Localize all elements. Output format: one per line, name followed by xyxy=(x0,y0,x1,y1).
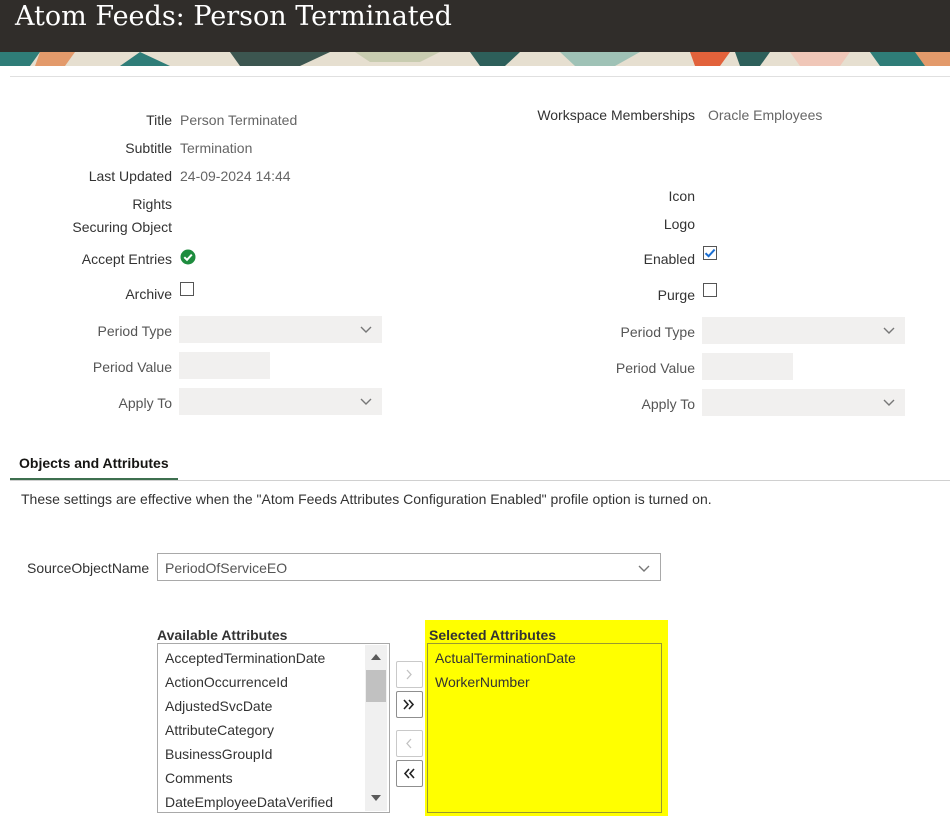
title-value: Person Terminated xyxy=(180,112,298,128)
list-item[interactable]: AcceptedTerminationDate xyxy=(165,650,325,666)
period-value-input[interactable] xyxy=(179,352,270,379)
period-value-label: Period Value xyxy=(615,360,695,376)
chevron-down-icon xyxy=(360,326,372,333)
page-title: Atom Feeds: Person Terminated xyxy=(15,1,452,32)
page-header: Atom Feeds: Person Terminated xyxy=(0,0,950,52)
header-banner-image xyxy=(0,52,950,66)
double-chevron-left-icon xyxy=(403,768,415,779)
chevron-down-icon xyxy=(638,565,650,572)
remove-button[interactable] xyxy=(396,730,423,757)
success-check-icon xyxy=(180,249,196,265)
subtitle-value: Termination xyxy=(180,140,253,156)
apply-to-select[interactable] xyxy=(702,389,905,416)
list-item[interactable]: ActualTerminationDate xyxy=(435,650,576,666)
list-item[interactable]: AdjustedSvcDate xyxy=(165,698,272,714)
selected-attributes-list[interactable]: ActualTerminationDate WorkerNumber xyxy=(427,643,662,813)
list-item[interactable]: WorkerNumber xyxy=(435,674,530,690)
archive-label: Archive xyxy=(125,286,172,302)
source-object-label: SourceObjectName xyxy=(27,560,150,576)
accept-entries-label: Accept Entries xyxy=(81,251,172,267)
title-label: Title xyxy=(146,112,172,128)
source-object-value: PeriodOfServiceEO xyxy=(165,560,288,576)
remove-all-button[interactable] xyxy=(396,760,423,787)
double-chevron-right-icon xyxy=(403,699,415,710)
chevron-left-icon xyxy=(406,738,412,749)
subtitle-label: Subtitle xyxy=(125,140,172,156)
source-object-select[interactable]: PeriodOfServiceEO xyxy=(157,553,661,581)
securing-object-label: Securing Object xyxy=(72,219,172,235)
purge-checkbox[interactable] xyxy=(703,283,717,297)
checkmark-icon xyxy=(704,248,716,258)
last-updated-label: Last Updated xyxy=(88,168,172,184)
list-item[interactable]: Comments xyxy=(165,770,233,786)
tab-objects-and-attributes[interactable]: Objects and Attributes xyxy=(10,449,178,481)
selected-attributes-heading: Selected Attributes xyxy=(429,627,557,643)
workspace-memberships-value: Oracle Employees xyxy=(708,107,823,123)
list-item[interactable]: ActionOccurrenceId xyxy=(165,674,288,690)
period-type-label: Period Type xyxy=(97,323,172,339)
chevron-right-icon xyxy=(406,669,412,680)
apply-to-select[interactable] xyxy=(179,388,382,415)
available-attributes-list[interactable]: AcceptedTerminationDate ActionOccurrence… xyxy=(157,643,390,813)
period-type-label: Period Type xyxy=(620,324,695,340)
period-value-input[interactable] xyxy=(702,353,793,380)
archive-checkbox[interactable] xyxy=(180,282,194,296)
list-item[interactable]: AttributeCategory xyxy=(165,722,274,738)
settings-note: These settings are effective when the "A… xyxy=(21,491,712,507)
apply-to-label: Apply To xyxy=(641,396,695,412)
logo-label: Logo xyxy=(663,216,695,232)
move-button[interactable] xyxy=(396,661,423,688)
divider xyxy=(10,76,950,77)
period-type-select[interactable] xyxy=(179,316,382,343)
last-updated-value: 24-09-2024 14:44 xyxy=(180,168,291,184)
period-value-label: Period Value xyxy=(92,359,172,375)
rights-label: Rights xyxy=(132,196,172,212)
purge-label: Purge xyxy=(657,287,695,303)
list-scrollbar[interactable] xyxy=(365,645,387,811)
tab-divider xyxy=(10,480,950,481)
icon-label: Icon xyxy=(668,188,695,204)
chevron-down-icon xyxy=(883,399,895,406)
list-item[interactable]: BusinessGroupId xyxy=(165,746,272,762)
available-attributes-heading: Available Attributes xyxy=(157,627,288,643)
move-all-button[interactable] xyxy=(396,691,423,718)
enabled-checkbox[interactable] xyxy=(703,246,717,260)
apply-to-label: Apply To xyxy=(118,395,172,411)
period-type-select[interactable] xyxy=(702,317,905,344)
tab-label: Objects and Attributes xyxy=(19,455,169,471)
scrollbar-thumb xyxy=(366,670,386,702)
chevron-down-icon xyxy=(883,327,895,334)
list-item[interactable]: DateEmployeeDataVerified xyxy=(165,794,333,810)
chevron-down-icon xyxy=(360,398,372,405)
workspace-memberships-label: Workspace Memberships xyxy=(537,107,695,123)
enabled-label: Enabled xyxy=(643,251,695,267)
